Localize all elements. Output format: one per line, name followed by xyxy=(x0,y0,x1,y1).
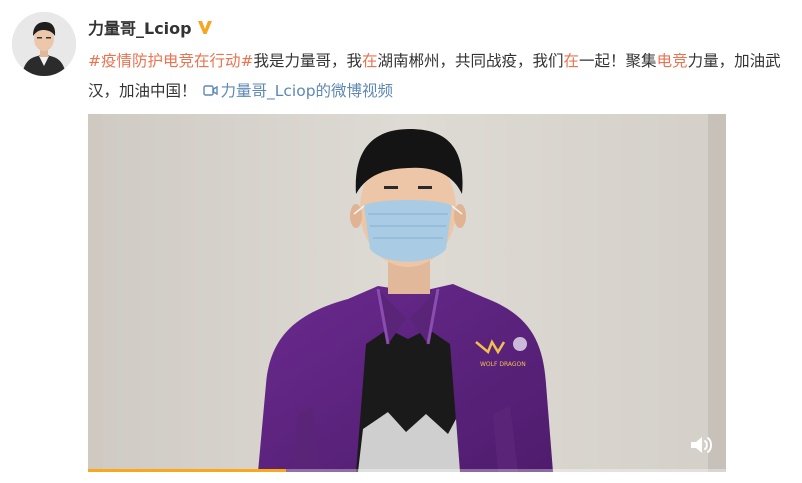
keyword-highlight[interactable]: 在 xyxy=(362,52,378,70)
jacket-logo-text: WOLF DRAGON xyxy=(480,361,526,368)
video-link-label[interactable]: 力量哥_Lciop的微博视频 xyxy=(221,82,394,100)
video-camera-icon xyxy=(202,85,218,96)
keyword-highlight[interactable]: 在 xyxy=(564,52,580,70)
author-name[interactable]: 力量哥_Lciop xyxy=(88,15,192,39)
video-frame: WOLF DRAGON xyxy=(88,114,726,472)
avatar-image xyxy=(12,12,76,76)
keyword-highlight[interactable]: 电竞 xyxy=(657,52,688,70)
video-link[interactable]: 力量哥_Lciop的微博视频 xyxy=(197,82,394,100)
verified-v-icon xyxy=(197,21,212,34)
post-text: #疫情防护电竞在行动#我是力量哥，我在湖南郴州，共同战疫，我们在一起！聚集电竞力… xyxy=(88,46,794,106)
post-text-segment: 我是力量哥，我 xyxy=(253,52,362,70)
post-text-segment: 一起！聚集 xyxy=(579,52,657,70)
username-row: 力量哥_Lciop xyxy=(88,14,214,40)
post-text-segment: 湖南郴州，共同战疫，我们 xyxy=(377,52,564,70)
avatar[interactable] xyxy=(12,12,76,76)
video-player[interactable]: WOLF DRAGON xyxy=(88,114,726,472)
progress-fill xyxy=(88,469,286,472)
speaker-icon[interactable] xyxy=(688,432,714,458)
progress-bar[interactable] xyxy=(88,469,726,472)
weibo-post: 力量哥_Lciop #疫情防护电竞在行动#我是力量哥，我在湖南郴州，共同战疫，我… xyxy=(0,0,802,483)
topic-link[interactable]: #疫情防护电竞在行动# xyxy=(88,52,253,70)
